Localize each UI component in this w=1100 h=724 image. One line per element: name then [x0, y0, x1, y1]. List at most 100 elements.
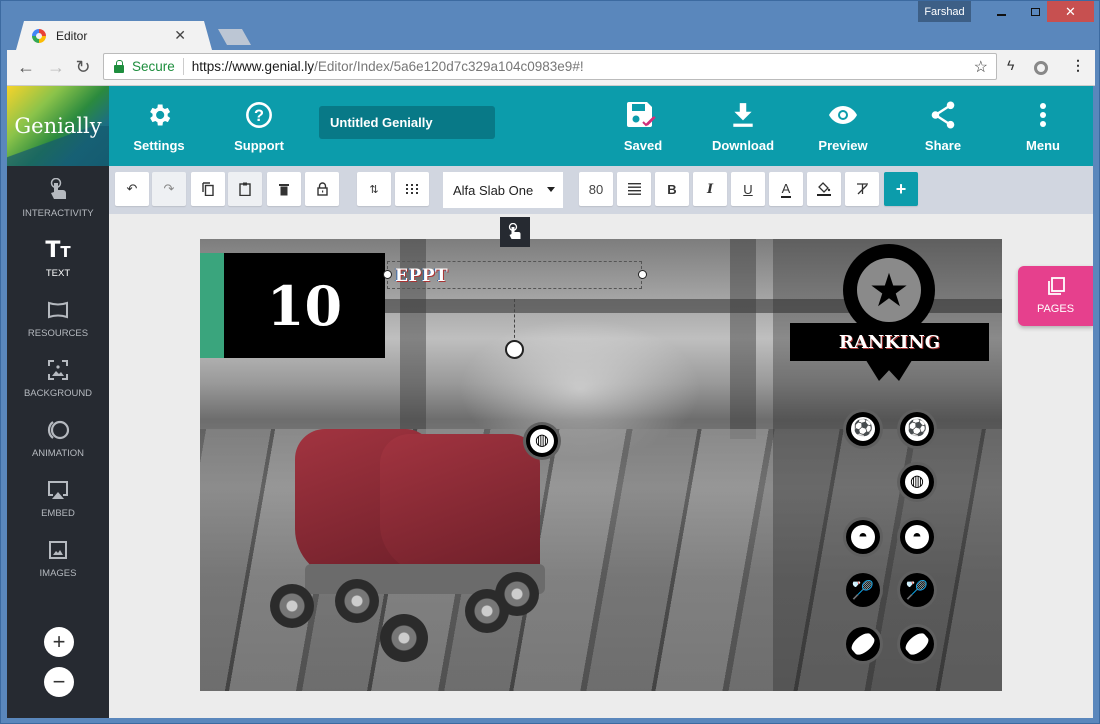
title-input[interactable]: Untitled Genially [319, 106, 495, 139]
extension-bolt-icon[interactable]: ϟ [1007, 57, 1014, 73]
basketball-icon[interactable]: ◍ [897, 462, 937, 502]
sidebar-item-interactivity[interactable]: INTERACTIVITY [7, 176, 109, 219]
undo-button[interactable]: ↶ [115, 172, 149, 206]
baseball-icon[interactable]: ◓ [843, 517, 883, 557]
sidebar-item-images[interactable]: IMAGES [7, 536, 109, 579]
star-icon: ★ [857, 258, 921, 322]
sidebar-item-embed[interactable]: EMBED [7, 476, 109, 519]
copy-button[interactable] [191, 172, 225, 206]
soccer-ball-icon[interactable]: ⚽ [843, 409, 883, 449]
clear-format-button[interactable] [845, 172, 879, 206]
save-icon [603, 100, 683, 130]
saved-button[interactable]: Saved [603, 100, 683, 153]
sidebar-item-animation[interactable]: ANIMATION [7, 416, 109, 459]
new-tab-button[interactable] [218, 29, 251, 45]
shuttlecock-icon[interactable]: 🏸 [897, 570, 937, 610]
football-icon[interactable] [897, 624, 937, 664]
ranking-label[interactable]: RANKING [790, 323, 989, 361]
bookmark-star-icon[interactable]: ☆ [974, 57, 988, 77]
secure-label: Secure [132, 59, 175, 74]
baseball-icon[interactable]: ◓ [897, 517, 937, 557]
redo-button[interactable]: ↷ [152, 172, 186, 206]
images-icon [7, 536, 109, 564]
lock-button[interactable] [305, 172, 339, 206]
url-host: https://www.genial.ly [191, 59, 315, 74]
address-bar[interactable]: Secure https://www.genial.ly/Editor/Inde… [103, 53, 997, 80]
chrome-menu-icon[interactable]: ⋮ [1071, 57, 1085, 74]
back-icon[interactable]: ← [15, 57, 37, 78]
support-button[interactable]: ? Support [219, 100, 299, 153]
top-bar: Settings ? Support Untitled Genially Sav… [109, 86, 1093, 166]
preview-button[interactable]: Preview [803, 100, 883, 153]
paste-button[interactable] [228, 172, 262, 206]
menu-button[interactable]: Menu [1003, 100, 1083, 153]
trash-icon [279, 183, 289, 195]
eye-icon [803, 100, 883, 130]
genially-favicon [32, 28, 46, 43]
padlock-icon [316, 182, 328, 196]
close-window-button[interactable]: ✕ [1047, 1, 1094, 22]
align-justify-icon [627, 183, 641, 195]
arrange-button[interactable]: ⇅ [357, 172, 391, 206]
text-icon: TT [45, 237, 71, 263]
shuttlecock-icon[interactable]: 🏸 [843, 570, 883, 610]
grid-icon [406, 184, 418, 194]
font-family-select[interactable]: Alfa Slab One [443, 172, 563, 208]
badge-accent-bar [200, 253, 224, 358]
undo-icon: ↶ [126, 181, 138, 196]
italic-button[interactable]: I [693, 172, 727, 206]
soccer-ball-icon[interactable]: ⚽ [897, 409, 937, 449]
text-align-button[interactable] [617, 172, 651, 206]
download-button[interactable]: Download [703, 100, 783, 153]
close-tab-icon[interactable]: ✕ [174, 27, 186, 44]
align-grid-button[interactable] [395, 172, 429, 206]
forward-icon[interactable]: → [45, 57, 67, 78]
pages-button[interactable]: PAGES [1018, 266, 1093, 326]
football-icon[interactable] [843, 624, 883, 664]
add-button[interactable]: + [884, 172, 918, 206]
sidebar-item-text[interactable]: TT TEXT [7, 236, 109, 280]
share-button[interactable]: Share [903, 100, 983, 153]
copy-icon [202, 182, 214, 196]
genially-editor: Genially Settings ? Support Untitled Gen… [7, 86, 1093, 718]
resize-handle-left[interactable] [383, 270, 392, 279]
animation-icon [7, 416, 109, 444]
touch-icon [7, 176, 109, 204]
browser-tab[interactable]: Editor ✕ [16, 21, 212, 50]
svg-text:?: ? [254, 107, 264, 125]
sidebar: INTERACTIVITY TT TEXT RESOURCES BACKGROU… [7, 166, 109, 718]
font-size-field[interactable]: 80 [579, 172, 613, 206]
zoom-out-button[interactable]: − [44, 667, 74, 697]
basketball-icon[interactable]: ◍ [523, 422, 561, 460]
sidebar-item-resources[interactable]: RESOURCES [7, 296, 109, 339]
slide-canvas[interactable]: 10 EPPT ◍ ★ RANKING ⚽ ⚽ ◍ ◓ ◓ 🏸 🏸 [200, 239, 1002, 691]
touch-icon [508, 223, 521, 239]
redo-icon: ↷ [163, 181, 175, 196]
number-badge[interactable]: 10 [200, 253, 385, 358]
settings-button[interactable]: Settings [119, 100, 199, 153]
pages-icon [1047, 277, 1065, 295]
more-vertical-icon [1003, 100, 1083, 130]
help-icon: ? [219, 100, 299, 130]
selected-text[interactable]: EPPT [395, 266, 448, 286]
resize-handle-right[interactable] [638, 270, 647, 279]
text-color-button[interactable]: A [769, 172, 803, 206]
format-toolbar: ↶ ↷ ⇅ Alfa Slab One 80 B I U A + [109, 166, 1093, 214]
rotate-handle[interactable] [505, 340, 524, 359]
reload-icon[interactable]: ↻ [72, 57, 94, 78]
underline-button[interactable]: U [731, 172, 765, 206]
genially-logo[interactable]: Genially [7, 86, 109, 166]
paint-bucket-icon [817, 182, 831, 196]
extension-circle-icon[interactable] [1034, 61, 1048, 75]
clipboard-icon [239, 182, 251, 196]
zoom-in-button[interactable]: + [44, 627, 74, 657]
delete-button[interactable] [267, 172, 301, 206]
bold-button[interactable]: B [655, 172, 689, 206]
sidebar-item-background[interactable]: BACKGROUND [7, 356, 109, 399]
share-icon [903, 100, 983, 130]
interactivity-tooltip-button[interactable] [500, 217, 530, 247]
highlight-color-button[interactable] [807, 172, 841, 206]
gear-icon [119, 100, 199, 130]
tab-title: Editor [56, 28, 88, 43]
profile-button[interactable]: Farshad [918, 1, 971, 22]
